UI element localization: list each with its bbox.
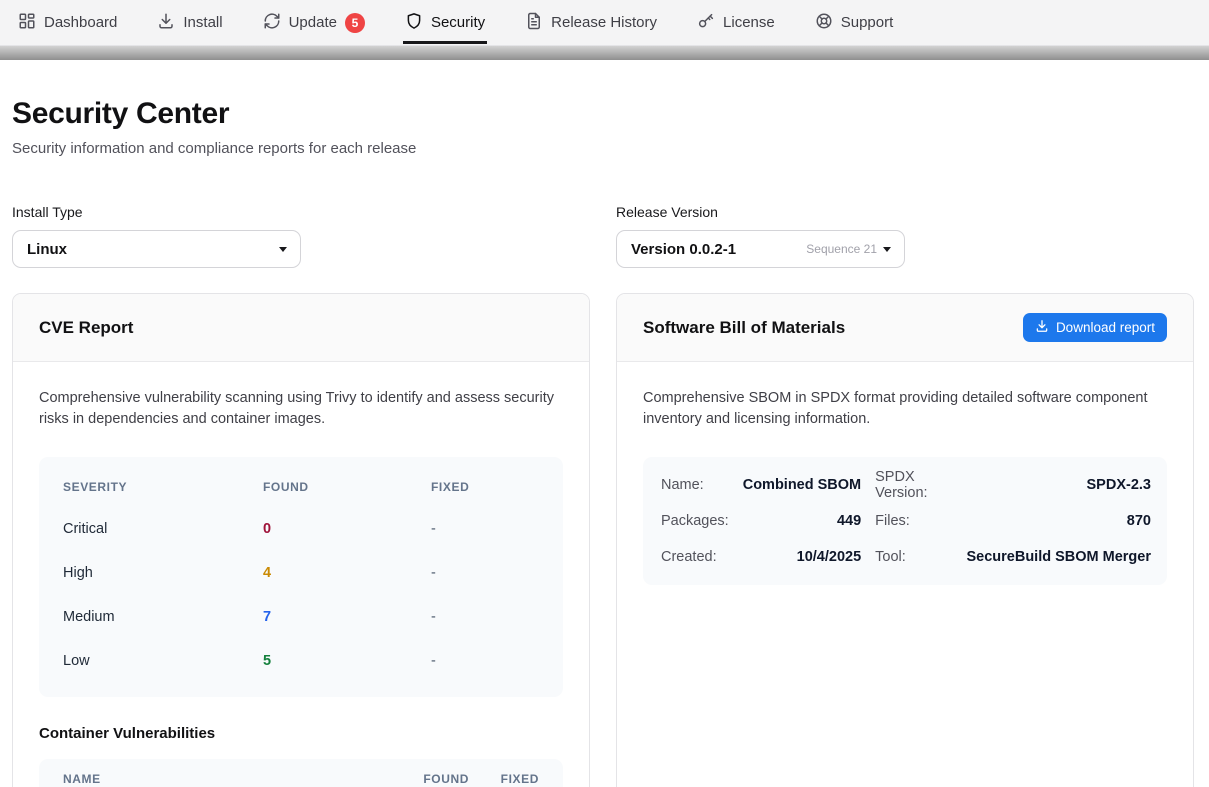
severity-col-header: SEVERITY: [63, 480, 263, 494]
download-icon: [1035, 319, 1049, 336]
cve-card-title: CVE Report: [39, 318, 133, 338]
fixed-count: -: [431, 653, 539, 669]
info-value: SecureBuild SBOM Merger: [966, 539, 1151, 575]
name-col-header: NAME: [63, 772, 379, 786]
nav-item-install[interactable]: Install: [157, 0, 222, 45]
info-label: Created:: [661, 539, 729, 575]
document-icon: [525, 12, 543, 34]
nav-label: Security: [431, 14, 485, 31]
severity-table-header: SEVERITY FOUND FIXED: [63, 467, 539, 507]
release-version-label: Release Version: [616, 204, 1194, 220]
sbom-card-body: Comprehensive SBOM in SPDX format provid…: [617, 362, 1193, 787]
fixed-col-header: FIXED: [469, 772, 539, 786]
key-icon: [697, 12, 715, 34]
table-row-low: Low 5 -: [63, 639, 539, 683]
download-report-button[interactable]: Download report: [1023, 313, 1167, 342]
found-count: 5: [263, 653, 431, 669]
filters-row: Install Type Linux Release Version Versi…: [12, 204, 1194, 268]
dashboard-grid-icon: [18, 12, 36, 34]
nav-item-release-history[interactable]: Release History: [525, 0, 657, 45]
cards-row: CVE Report Comprehensive vulnerability s…: [12, 293, 1194, 787]
nav-item-dashboard[interactable]: Dashboard: [18, 0, 117, 45]
info-label: Files:: [875, 503, 952, 539]
header-shadow-strip: [0, 46, 1209, 60]
nav-label: Install: [183, 14, 222, 31]
sequence-label: Sequence 21: [806, 242, 877, 256]
nav-item-license[interactable]: License: [697, 0, 775, 45]
release-version-select[interactable]: Version 0.0.2-1 Sequence 21: [616, 230, 905, 268]
found-count: 4: [263, 565, 431, 581]
sbom-card-header: Software Bill of Materials Download repo…: [617, 294, 1193, 362]
nav-label: Update: [289, 14, 337, 31]
release-version-value: Version 0.0.2-1: [631, 241, 736, 258]
cve-card-body: Comprehensive vulnerability scanning usi…: [13, 362, 589, 787]
info-label: Name:: [661, 467, 729, 503]
download-icon: [157, 12, 175, 34]
chevron-down-icon: [279, 247, 287, 252]
nav-label: Dashboard: [44, 14, 117, 31]
severity-label: Medium: [63, 609, 263, 625]
info-label: Packages:: [661, 503, 729, 539]
table-row-high: High 4 -: [63, 551, 539, 595]
install-type-label: Install Type: [12, 204, 590, 220]
sbom-description: Comprehensive SBOM in SPDX format provid…: [643, 388, 1167, 431]
table-row-critical: Critical 0 -: [63, 507, 539, 551]
fixed-col-header: FIXED: [431, 480, 539, 494]
nav-label: License: [723, 14, 775, 31]
info-value: 10/4/2025: [743, 539, 861, 575]
page-subtitle: Security information and compliance repo…: [12, 140, 1194, 157]
nav-item-security[interactable]: Security: [405, 0, 485, 45]
sbom-info-grid: Name: Combined SBOM SPDX Version: SPDX-2…: [643, 457, 1167, 585]
install-type-select[interactable]: Linux: [12, 230, 301, 268]
lifebuoy-icon: [815, 12, 833, 34]
info-label: SPDX Version:: [875, 467, 952, 503]
info-label: Tool:: [875, 539, 952, 575]
container-vulnerabilities-title: Container Vulnerabilities: [39, 725, 563, 742]
chevron-down-icon: [883, 247, 891, 252]
fixed-count: -: [431, 565, 539, 581]
cve-card-header: CVE Report: [13, 294, 589, 362]
severity-label: Low: [63, 653, 263, 669]
release-version-filter: Release Version Version 0.0.2-1 Sequence…: [616, 204, 1194, 268]
top-nav: Dashboard Install Update 5 Security Rele…: [0, 0, 1209, 46]
install-type-filter: Install Type Linux: [12, 204, 590, 268]
cve-report-card: CVE Report Comprehensive vulnerability s…: [12, 293, 590, 787]
found-count: 0: [263, 521, 431, 537]
container-vulnerabilities-table-header: NAME FOUND FIXED: [39, 759, 563, 787]
severity-label: Critical: [63, 521, 263, 537]
page-title: Security Center: [12, 97, 1194, 131]
install-type-value: Linux: [27, 241, 67, 258]
info-value: 449: [743, 503, 861, 539]
update-count-badge: 5: [345, 13, 365, 33]
nav-label: Release History: [551, 14, 657, 31]
severity-label: High: [63, 565, 263, 581]
nav-item-support[interactable]: Support: [815, 0, 894, 45]
severity-table: SEVERITY FOUND FIXED Critical 0 - High 4…: [39, 457, 563, 697]
nav-label: Support: [841, 14, 894, 31]
page-content: Security Center Security information and…: [0, 97, 1209, 787]
found-col-header: FOUND: [263, 480, 431, 494]
found-count: 7: [263, 609, 431, 625]
refresh-icon: [263, 12, 281, 34]
download-report-label: Download report: [1056, 320, 1155, 335]
fixed-count: -: [431, 521, 539, 537]
info-value: 870: [966, 503, 1151, 539]
nav-item-update[interactable]: Update 5: [263, 0, 365, 45]
table-row-medium: Medium 7 -: [63, 595, 539, 639]
found-col-header: FOUND: [379, 772, 469, 786]
sbom-card-title: Software Bill of Materials: [643, 318, 845, 338]
sbom-card: Software Bill of Materials Download repo…: [616, 293, 1194, 787]
fixed-count: -: [431, 609, 539, 625]
info-value: SPDX-2.3: [966, 467, 1151, 503]
shield-icon: [405, 12, 423, 34]
info-value: Combined SBOM: [743, 467, 861, 503]
cve-description: Comprehensive vulnerability scanning usi…: [39, 388, 563, 431]
